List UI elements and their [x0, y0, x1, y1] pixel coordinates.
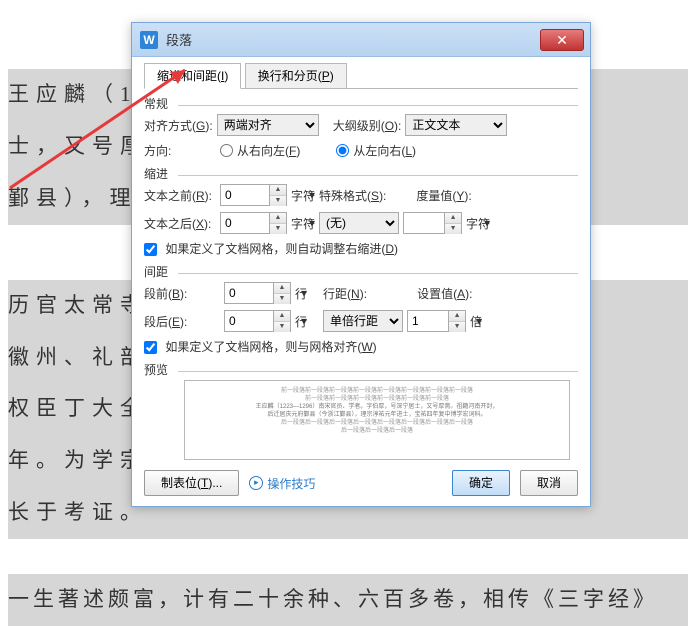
glyph: ▾: [301, 314, 307, 328]
by-spinner[interactable]: ▲▼: [403, 212, 462, 234]
glyph: ▾: [309, 216, 315, 230]
at-label: 设置值(A):: [417, 285, 472, 302]
by-input[interactable]: [403, 212, 445, 234]
spin-up-icon[interactable]: ▲: [274, 283, 290, 294]
before-spacing-input[interactable]: [224, 282, 274, 304]
tab-line-page-breaks[interactable]: 换行和分页(P): [245, 63, 347, 89]
doc-line: 一生著述颇富，计有二十余种、六百多卷，相传《三字经》: [8, 574, 688, 626]
indent-before-input[interactable]: [220, 184, 270, 206]
spin-down-icon[interactable]: ▼: [445, 224, 461, 234]
indent-legend: 缩进: [144, 165, 168, 182]
spin-up-icon[interactable]: ▲: [449, 311, 465, 322]
special-label: 特殊格式(S):: [319, 187, 386, 204]
after-spacing-input[interactable]: [224, 310, 274, 332]
general-fieldset: 常规 对齐方式(G): 两端对齐 大纲级别(O): 正文文本 方向: 从右向左(…: [144, 95, 578, 159]
auto-adjust-indent-checkbox[interactable]: [144, 243, 157, 256]
glyph: ▾: [301, 286, 307, 300]
line-spacing-label: 行距(N):: [323, 285, 367, 302]
cancel-button[interactable]: 取消: [520, 470, 578, 496]
alignment-label: 对齐方式(G):: [144, 117, 213, 134]
close-button[interactable]: ✕: [540, 29, 584, 51]
auto-adjust-indent-label[interactable]: 如果定义了文档网格，则自动调整右缩进(D): [165, 242, 398, 256]
preview-fieldset: 预览 前一段落前一段落前一段落前一段落前一段落前一段落前一段落前一段落 前一段落…: [144, 361, 578, 460]
dialog-title: 段落: [166, 30, 540, 49]
direction-ltr-radio[interactable]: [336, 144, 349, 157]
indent-after-spinner[interactable]: ▲▼: [220, 212, 287, 234]
indent-before-spinner[interactable]: ▲▼: [220, 184, 287, 206]
direction-ltr-label[interactable]: 从左向右(L): [353, 142, 416, 159]
dialog-tabs: 缩进和间距(I) 换行和分页(P): [144, 63, 578, 89]
direction-rtl-label[interactable]: 从右向左(F): [237, 142, 300, 159]
indent-before-label: 文本之前(R):: [144, 187, 216, 204]
glyph: ▾: [484, 216, 490, 230]
indent-fieldset: 缩进 文本之前(R): ▲▼ 字符 ▾ 特殊格式(S): 度量值(Y): 文本之…: [144, 165, 578, 257]
spin-up-icon[interactable]: ▲: [270, 185, 286, 196]
spin-down-icon[interactable]: ▼: [270, 196, 286, 206]
preview-legend: 预览: [144, 361, 168, 378]
ok-button[interactable]: 确定: [452, 470, 510, 496]
dialog-button-row: 制表位(T)... ▸ 操作技巧 确定 取消: [144, 470, 578, 496]
glyph: ▾: [476, 314, 482, 328]
tips-link[interactable]: ▸ 操作技巧: [249, 475, 315, 492]
indent-after-label: 文本之后(X):: [144, 215, 216, 232]
preview-box: 前一段落前一段落前一段落前一段落前一段落前一段落前一段落前一段落 前一段落前一段…: [184, 380, 570, 460]
by-label: 度量值(Y):: [416, 187, 471, 204]
after-spacing-spinner[interactable]: ▲▼: [224, 310, 291, 332]
before-spacing-label: 段前(B):: [144, 285, 194, 302]
paragraph-dialog: W 段落 ✕ 缩进和间距(I) 换行和分页(P) 常规 对齐方式(G): 两端对…: [131, 22, 591, 507]
spin-down-icon[interactable]: ▼: [274, 294, 290, 304]
at-spinner[interactable]: ▲▼: [407, 310, 466, 332]
app-icon: W: [140, 31, 158, 49]
spin-up-icon[interactable]: ▲: [445, 213, 461, 224]
spacing-fieldset: 间距 段前(B): ▲▼ 行 ▾ 行距(N): 设置值(A): 段后(E): ▲…: [144, 263, 578, 355]
after-spacing-label: 段后(E):: [144, 313, 194, 330]
snap-to-grid-label[interactable]: 如果定义了文档网格，则与网格对齐(W): [165, 340, 376, 354]
outline-label: 大纲级别(O):: [333, 117, 402, 134]
spin-up-icon[interactable]: ▲: [270, 213, 286, 224]
glyph: ▾: [309, 188, 315, 202]
indent-after-input[interactable]: [220, 212, 270, 234]
before-spacing-spinner[interactable]: ▲▼: [224, 282, 291, 304]
line-spacing-select[interactable]: 单倍行距: [323, 310, 403, 332]
tabs-button[interactable]: 制表位(T)...: [144, 470, 239, 496]
alignment-select[interactable]: 两端对齐: [217, 114, 319, 136]
titlebar[interactable]: W 段落 ✕: [132, 23, 590, 57]
general-legend: 常规: [144, 95, 168, 112]
spin-down-icon[interactable]: ▼: [270, 224, 286, 234]
play-icon: ▸: [249, 476, 263, 490]
direction-label: 方向:: [144, 142, 200, 159]
spin-down-icon[interactable]: ▼: [449, 322, 465, 332]
spin-up-icon[interactable]: ▲: [274, 311, 290, 322]
direction-rtl-radio[interactable]: [220, 144, 233, 157]
spin-down-icon[interactable]: ▼: [274, 322, 290, 332]
special-select[interactable]: (无): [319, 212, 399, 234]
snap-to-grid-checkbox[interactable]: [144, 341, 157, 354]
tab-indent-spacing[interactable]: 缩进和间距(I): [144, 63, 241, 89]
spacing-legend: 间距: [144, 263, 168, 280]
outline-select[interactable]: 正文文本: [405, 114, 507, 136]
at-input[interactable]: [407, 310, 449, 332]
